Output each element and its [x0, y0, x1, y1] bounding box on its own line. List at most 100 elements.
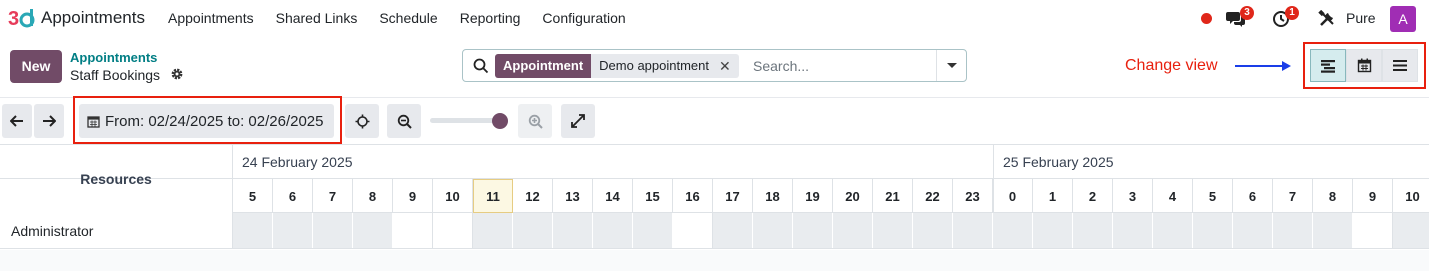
- gear-icon[interactable]: [170, 67, 184, 81]
- calendar-view-button[interactable]: [1346, 49, 1382, 82]
- gantt-cell-unavailable[interactable]: [1313, 213, 1353, 248]
- hour-cell: 6: [1233, 179, 1273, 213]
- search-facet: Appointment Demo appointment ✕: [495, 54, 739, 78]
- search-options-toggle[interactable]: [936, 50, 966, 81]
- previous-button[interactable]: [2, 104, 32, 138]
- new-button[interactable]: New: [10, 50, 62, 83]
- hour-cell: 6: [273, 179, 313, 213]
- hour-cell: 2: [1073, 179, 1113, 213]
- hour-cell: 13: [553, 179, 593, 213]
- expand-button[interactable]: [561, 104, 595, 138]
- page-title: Staff Bookings: [70, 67, 161, 83]
- menu-reporting[interactable]: Reporting: [460, 10, 521, 26]
- hour-cell: 9: [1353, 179, 1393, 213]
- gantt-cell-unavailable[interactable]: [593, 213, 633, 248]
- app-name[interactable]: Appointments: [41, 8, 145, 28]
- gantt-cell-unavailable[interactable]: [513, 213, 553, 248]
- gantt-cell-unavailable[interactable]: [953, 213, 993, 248]
- gantt-empty-area: [0, 250, 1429, 271]
- menu-appointments[interactable]: Appointments: [168, 10, 254, 26]
- gantt-cell-unavailable[interactable]: [233, 213, 273, 248]
- gantt-cell-unavailable[interactable]: [313, 213, 353, 248]
- arrow-right-icon: [43, 115, 56, 127]
- hour-cell: 14: [593, 179, 633, 213]
- hour-cell: 5: [233, 179, 273, 213]
- menu-schedule[interactable]: Schedule: [379, 10, 437, 26]
- hour-cell: 20: [833, 179, 873, 213]
- zoom-in-button[interactable]: [518, 104, 552, 138]
- gantt-cell-unavailable[interactable]: [1273, 213, 1313, 248]
- menu-configuration[interactable]: Configuration: [542, 10, 625, 26]
- gantt-cell-unavailable[interactable]: [833, 213, 873, 248]
- facet-value-text: Demo appointment: [599, 58, 709, 73]
- hour-cell: 15: [633, 179, 673, 213]
- list-view-icon: [1393, 60, 1407, 71]
- activities-badge: 1: [1285, 6, 1299, 20]
- gantt-row: Administrator: [0, 213, 1429, 249]
- gantt-cell-unavailable[interactable]: [873, 213, 913, 248]
- search-input[interactable]: [753, 56, 933, 76]
- change-view-annotation: Change view: [1125, 57, 1218, 74]
- odoo-appointments-logo-icon[interactable]: 3: [8, 7, 35, 29]
- menu-shared-links[interactable]: Shared Links: [276, 10, 358, 26]
- hour-cell: 0: [993, 179, 1033, 213]
- gantt-cell-unavailable[interactable]: [1113, 213, 1153, 248]
- search-bar: Appointment Demo appointment ✕: [462, 49, 967, 82]
- gantt-cell-unavailable[interactable]: [993, 213, 1033, 248]
- gantt-cell-unavailable[interactable]: [1233, 213, 1273, 248]
- gantt-cell-unavailable[interactable]: [553, 213, 593, 248]
- hour-cell: 7: [313, 179, 353, 213]
- list-view-button[interactable]: [1382, 49, 1418, 82]
- hour-cell: 10: [433, 179, 473, 213]
- hour-cell: 7: [1273, 179, 1313, 213]
- gantt-cell-unavailable[interactable]: [1073, 213, 1113, 248]
- gantt-cell-available[interactable]: [393, 213, 433, 248]
- breadcrumb-appointments[interactable]: Appointments: [70, 50, 157, 65]
- close-icon[interactable]: ✕: [719, 54, 731, 78]
- gantt-view-button[interactable]: [1310, 49, 1346, 82]
- hour-cell: 19: [793, 179, 833, 213]
- gantt-cell-unavailable[interactable]: [633, 213, 673, 248]
- gantt-cell-available[interactable]: [433, 213, 473, 248]
- zoom-out-icon: [397, 114, 412, 129]
- hour-cell: 12: [513, 179, 553, 213]
- record-dot-icon[interactable]: [1201, 13, 1212, 24]
- gantt-cell-unavailable[interactable]: [753, 213, 793, 248]
- gantt-cell-available[interactable]: [1353, 213, 1393, 248]
- gantt-cell-unavailable[interactable]: [1193, 213, 1233, 248]
- messages-badge: 3: [1240, 6, 1254, 20]
- svg-text:3: 3: [8, 8, 19, 29]
- tools-icon[interactable]: [1318, 10, 1336, 28]
- focus-today-button[interactable]: [345, 104, 379, 138]
- avatar[interactable]: A: [1390, 6, 1416, 32]
- gantt-cell-unavailable[interactable]: [913, 213, 953, 248]
- zoom-slider-handle[interactable]: [492, 113, 509, 129]
- zoom-out-button[interactable]: [387, 104, 421, 138]
- gantt-cell-unavailable[interactable]: [473, 213, 513, 248]
- gantt-cell-unavailable[interactable]: [1033, 213, 1073, 248]
- hour-cell: 1: [1033, 179, 1073, 213]
- gantt-hour-header: 5 6 7 8 9 10 11 12 13 14 15 16 17 18 19 20 21 22 23 0 1 2 3 4 5 6…: [233, 179, 1429, 213]
- hour-cell-today: 11: [473, 179, 513, 213]
- gantt-cell-unavailable[interactable]: [1153, 213, 1193, 248]
- gantt-cell-unavailable[interactable]: [793, 213, 833, 248]
- next-button[interactable]: [34, 104, 64, 138]
- gantt-cell-unavailable[interactable]: [1393, 213, 1429, 248]
- hour-cell: 8: [1313, 179, 1353, 213]
- gantt-cell-unavailable[interactable]: [273, 213, 313, 248]
- search-icon[interactable]: [473, 58, 489, 74]
- caret-down-icon: [947, 63, 957, 68]
- hour-cell: 22: [913, 179, 953, 213]
- calendar-icon: [87, 115, 100, 128]
- gantt-cell-available[interactable]: [673, 213, 713, 248]
- gantt-cell-unavailable[interactable]: [713, 213, 753, 248]
- company-switcher[interactable]: Pure: [1346, 10, 1376, 26]
- hour-cell: 16: [673, 179, 713, 213]
- hour-cell: 10: [1393, 179, 1429, 213]
- resource-name: Administrator: [0, 213, 233, 249]
- hour-cell: 9: [393, 179, 433, 213]
- gantt-chart: Resources 24 February 2025 25 February 2…: [0, 144, 1429, 271]
- date-range-picker[interactable]: From: 02/24/2025 to: 02/26/2025: [79, 104, 334, 138]
- gantt-cell-unavailable[interactable]: [353, 213, 393, 248]
- gantt-view-icon: [1321, 59, 1335, 73]
